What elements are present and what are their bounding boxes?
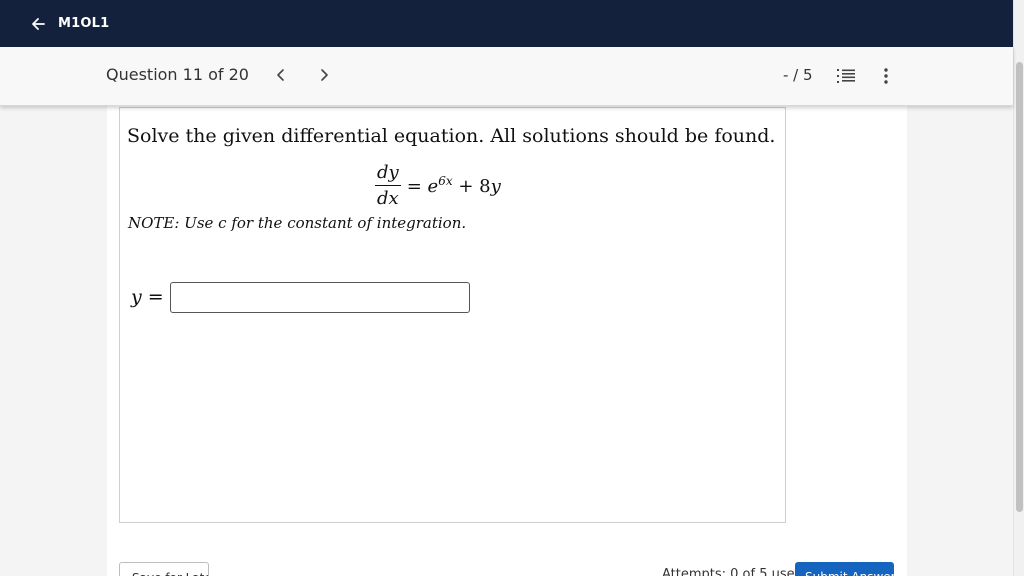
differential-equation: dy dx = e6x + 8y xyxy=(375,162,501,209)
numbered-list-icon xyxy=(836,69,856,89)
exponential-base: e xyxy=(427,176,439,197)
exponent: 6x xyxy=(438,174,453,188)
question-frame: Solve the given differential equation. A… xyxy=(119,107,786,523)
question-prompt: Solve the given differential equation. A… xyxy=(127,125,776,147)
save-for-later-button[interactable]: Save for Later xyxy=(119,562,209,576)
answer-equals: = xyxy=(147,286,164,308)
scrollbar-thumb[interactable] xyxy=(1016,62,1023,512)
question-content: Solve the given differential equation. A… xyxy=(107,105,907,576)
arrow-left-icon xyxy=(30,16,46,32)
back-button[interactable] xyxy=(30,0,46,47)
answer-variable: y xyxy=(131,286,142,308)
question-header: Question 11 of 20 - / 5 xyxy=(0,47,1013,106)
question-counter: Question 11 of 20 xyxy=(106,65,249,84)
equals-sign: = xyxy=(406,176,422,197)
plus-sign: + xyxy=(458,176,474,197)
more-options-button[interactable] xyxy=(878,67,894,85)
submit-answer-button[interactable]: Submit Answer xyxy=(795,562,894,576)
more-vertical-icon xyxy=(878,68,894,89)
page: M1OL1 Question 11 of 20 - / 5 Solve the … xyxy=(0,0,1024,576)
vertical-scrollbar[interactable] xyxy=(1013,0,1024,576)
equation-right-side: = e6x + 8y xyxy=(407,174,501,197)
chevron-right-icon xyxy=(316,68,332,87)
integration-note: NOTE: Use c for the constant of integrat… xyxy=(128,214,467,232)
answer-input[interactable] xyxy=(170,282,470,313)
answer-label: y = xyxy=(131,286,164,308)
previous-question-button[interactable] xyxy=(273,67,289,83)
chevron-left-icon xyxy=(273,68,289,87)
coefficient: 8 xyxy=(479,176,491,197)
fraction-denominator: dx xyxy=(377,188,399,209)
derivative-fraction: dy dx xyxy=(375,162,401,209)
question-list-button[interactable] xyxy=(836,67,856,85)
attempts-counter: Attempts: 0 of 5 used xyxy=(662,567,803,576)
course-title: M1OL1 xyxy=(58,16,110,31)
score: - / 5 xyxy=(783,66,813,84)
variable-y: y xyxy=(490,176,501,197)
next-question-button[interactable] xyxy=(316,67,332,83)
top-app-bar: M1OL1 xyxy=(0,0,1013,47)
fraction-numerator: dy xyxy=(375,162,401,186)
